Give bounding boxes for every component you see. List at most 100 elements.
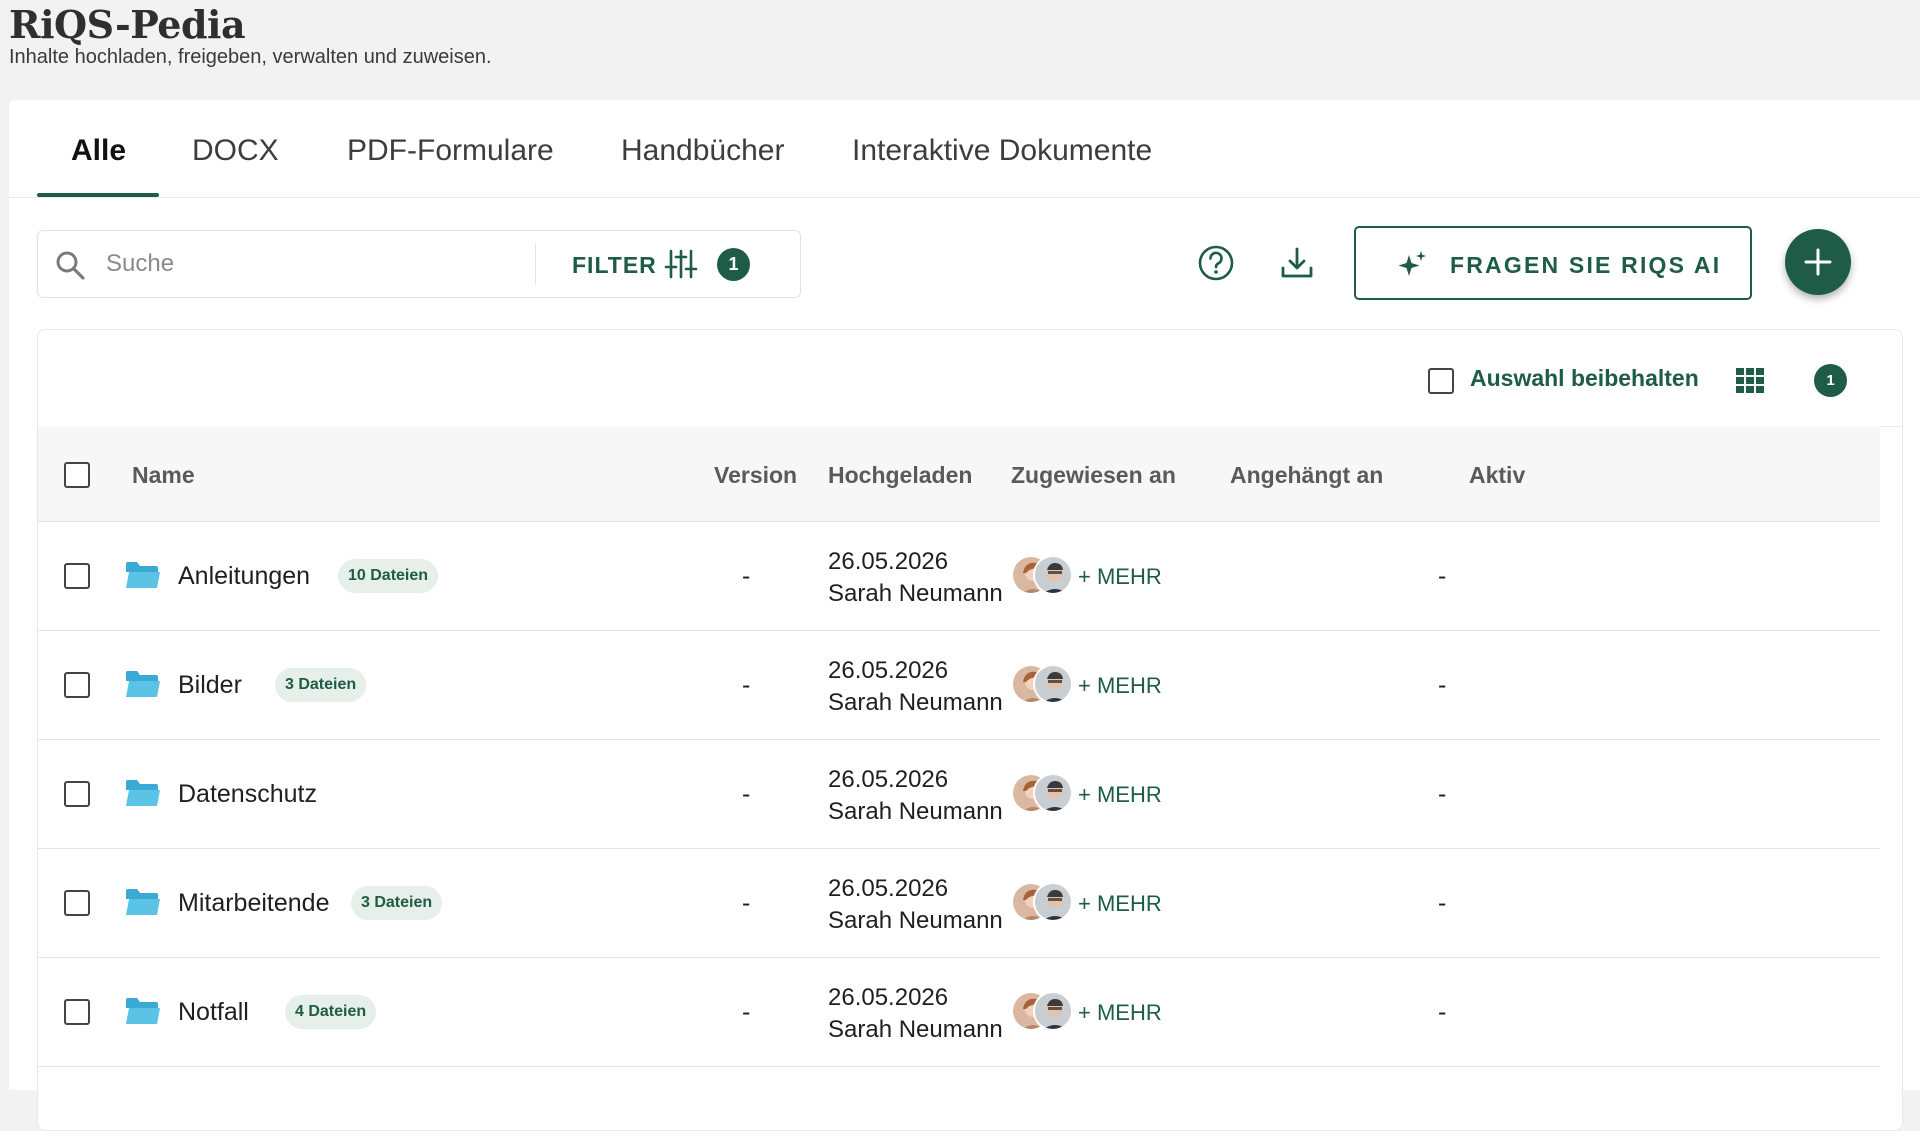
folder-icon	[126, 671, 160, 697]
row-name[interactable]: Mitarbeitende	[178, 889, 329, 918]
row-name[interactable]: Notfall	[178, 998, 249, 1027]
row-checkbox[interactable]	[64, 563, 90, 589]
row-checkbox[interactable]	[64, 672, 90, 698]
column-header-name[interactable]: Name	[132, 462, 195, 489]
download-icon[interactable]	[1275, 241, 1319, 285]
app-title: RiQS-Pedia	[9, 2, 246, 47]
row-uploaded: 26.05.2026 Sarah Neumann	[828, 546, 1003, 610]
table-row[interactable]: Datenschutz - 26.05.2026 Sarah Neumann + MEH…	[38, 740, 1880, 849]
table-header: Name Version Hochgeladen Zugewiesen an A…	[38, 426, 1880, 522]
more-assignees-link[interactable]: + MEHR	[1078, 1000, 1162, 1026]
row-upload-date: 26.05.2026	[828, 984, 949, 1011]
row-active: -	[1438, 889, 1447, 917]
more-assignees-link[interactable]: + MEHR	[1078, 782, 1162, 808]
row-version: -	[742, 562, 751, 590]
search-input[interactable]	[104, 243, 488, 285]
app-header: RiQS-Pedia Inhalte hochladen, freigeben,…	[9, 0, 492, 69]
selection-count-badge: 1	[1814, 364, 1847, 397]
row-active: -	[1438, 998, 1447, 1026]
column-header-attached[interactable]: Angehängt an	[1230, 462, 1383, 489]
select-all-checkbox[interactable]	[64, 462, 90, 488]
table-row[interactable]: Notfall 4 Dateien - 26.05.2026 Sarah Neumann…	[38, 958, 1880, 1067]
app-subtitle: Inhalte hochladen, freigeben, verwalten …	[9, 46, 492, 68]
tab-handbuecher[interactable]: Handbücher	[621, 134, 784, 168]
row-uploader: Sarah Neumann	[828, 907, 1003, 934]
column-header-version[interactable]: Version	[714, 462, 797, 489]
grid-view-icon[interactable]	[1736, 366, 1764, 394]
folder-icon	[126, 998, 160, 1024]
row-name[interactable]: Datenschutz	[178, 780, 317, 809]
tab-alle[interactable]: Alle	[71, 134, 126, 168]
ask-riqs-ai-label: FRAGEN SIE RIQS AI	[1450, 252, 1722, 278]
row-active: -	[1438, 780, 1447, 808]
row-uploaded: 26.05.2026 Sarah Neumann	[828, 764, 1003, 828]
file-count-badge: 10 Dateien	[338, 559, 439, 593]
row-uploader: Sarah Neumann	[828, 1016, 1003, 1043]
row-uploaded: 26.05.2026 Sarah Neumann	[828, 982, 1003, 1046]
keep-selection-checkbox[interactable]	[1428, 368, 1454, 394]
row-version: -	[742, 998, 751, 1026]
file-count-badge: 4 Dateien	[285, 995, 377, 1029]
content-card: Alle DOCX PDF-Formulare Handbücher Inter…	[9, 100, 1920, 1131]
help-circle-icon[interactable]	[1194, 241, 1238, 285]
row-name[interactable]: Bilder	[178, 671, 242, 700]
table-row[interactable]: Anleitungen 10 Dateien - 26.05.2026 Sarah Ne…	[38, 522, 1880, 631]
tab-pdf-formulare[interactable]: PDF-Formulare	[347, 134, 554, 168]
more-assignees-link[interactable]: + MEHR	[1078, 564, 1162, 590]
row-uploaded: 26.05.2026 Sarah Neumann	[828, 655, 1003, 719]
filter-button[interactable]: FILTER 1	[550, 239, 790, 289]
table-row[interactable]: Bilder 3 Dateien - 26.05.2026 Sarah Neumann +…	[38, 631, 1880, 740]
search-icon	[56, 251, 85, 280]
tab-docx[interactable]: DOCX	[192, 134, 279, 168]
active-tab-indicator	[37, 193, 159, 197]
row-active: -	[1438, 562, 1447, 590]
column-header-assigned[interactable]: Zugewiesen an	[1011, 462, 1176, 489]
column-header-active[interactable]: Aktiv	[1469, 462, 1525, 489]
avatar	[1033, 555, 1073, 595]
avatar	[1033, 991, 1073, 1031]
row-version: -	[742, 889, 751, 917]
table-row[interactable]: Mitarbeitende 3 Dateien - 26.05.2026 Sarah N…	[38, 849, 1880, 958]
row-name[interactable]: Anleitungen	[178, 562, 310, 591]
avatar	[1033, 882, 1073, 922]
folder-icon	[126, 889, 160, 915]
row-checkbox[interactable]	[64, 781, 90, 807]
row-upload-date: 26.05.2026	[828, 875, 949, 902]
assigned-avatars[interactable]	[1011, 555, 1077, 597]
row-upload-date: 26.05.2026	[828, 657, 949, 684]
plus-icon	[1804, 248, 1832, 276]
more-assignees-link[interactable]: + MEHR	[1078, 673, 1162, 699]
more-assignees-link[interactable]: + MEHR	[1078, 891, 1162, 917]
row-active: -	[1438, 671, 1447, 699]
row-uploader: Sarah Neumann	[828, 580, 1003, 607]
documents-table: Auswahl beibehalten 1 Name Version Hochg…	[37, 329, 1903, 1131]
filter-label: FILTER	[572, 252, 657, 278]
assigned-avatars[interactable]	[1011, 882, 1077, 924]
avatar	[1033, 773, 1073, 813]
assigned-avatars[interactable]	[1011, 773, 1077, 815]
table-toolbar: Auswahl beibehalten 1	[38, 330, 1902, 427]
row-uploader: Sarah Neumann	[828, 689, 1003, 716]
row-checkbox[interactable]	[64, 999, 90, 1025]
folder-icon	[126, 562, 160, 588]
avatar	[1033, 664, 1073, 704]
folder-icon	[126, 780, 160, 806]
search-divider	[535, 243, 536, 285]
sliders-icon	[664, 249, 698, 279]
assigned-avatars[interactable]	[1011, 991, 1077, 1033]
file-count-badge: 3 Dateien	[275, 668, 367, 702]
row-upload-date: 26.05.2026	[828, 548, 949, 575]
column-header-uploaded[interactable]: Hochgeladen	[828, 462, 972, 489]
row-checkbox[interactable]	[64, 890, 90, 916]
tab-bar: Alle DOCX PDF-Formulare Handbücher Inter…	[9, 100, 1920, 198]
keep-selection-label[interactable]: Auswahl beibehalten	[1470, 365, 1699, 392]
row-uploader: Sarah Neumann	[828, 798, 1003, 825]
assigned-avatars[interactable]	[1011, 664, 1077, 706]
row-version: -	[742, 671, 751, 699]
add-button[interactable]	[1785, 229, 1851, 295]
sparkle-icon	[1398, 251, 1426, 276]
row-upload-date: 26.05.2026	[828, 766, 949, 793]
ask-riqs-ai-button[interactable]: FRAGEN SIE RIQS AI	[1354, 226, 1752, 300]
search-bar: FILTER 1	[37, 230, 801, 298]
tab-interaktive-dokumente[interactable]: Interaktive Dokumente	[852, 134, 1152, 168]
